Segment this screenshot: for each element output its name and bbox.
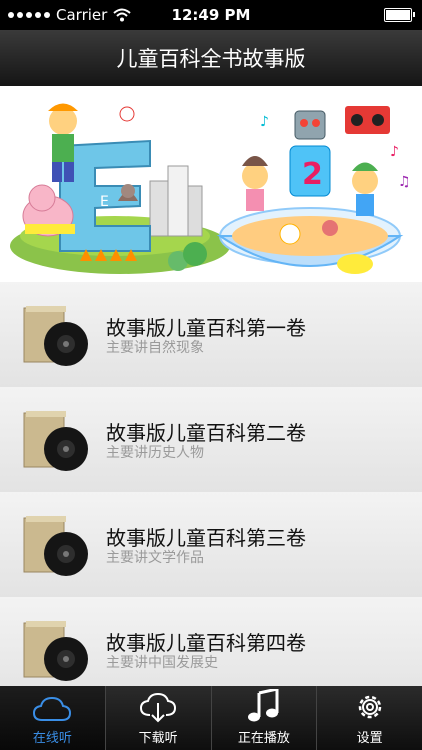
tab-download[interactable]: 下载听 (104, 686, 211, 750)
tab-now-playing[interactable]: 正在播放 (210, 686, 317, 750)
audiobook-icon (23, 516, 88, 576)
tab-online[interactable]: 在线听 (0, 686, 105, 750)
gear-icon (358, 695, 381, 719)
download-cloud-icon (140, 693, 177, 723)
music-note-icon (247, 689, 279, 722)
svg-text:♪: ♪ (390, 144, 399, 160)
cloud-icon (33, 696, 72, 721)
page-title: 儿童百科全书故事版 (116, 47, 306, 71)
audiobook-icon (23, 411, 88, 471)
item-subtitle: 主要讲中国发展史 (106, 655, 218, 671)
banner-image[interactable]: E 2 ♪ ♪ ♫ (0, 86, 422, 282)
svg-text:♪: ♪ (260, 114, 269, 130)
banner-numeral: 2 (302, 157, 323, 192)
banner-illustration: E 2 ♪ ♪ ♫ (10, 103, 411, 274)
status-time: 12:49 PM (171, 6, 251, 24)
tab-bar: 在线听 下载听 正在播放 设置 (0, 686, 422, 750)
list-item[interactable]: 故事版儿童百科第三卷 主要讲文学作品 (0, 492, 422, 598)
item-subtitle: 主要讲文学作品 (106, 550, 204, 566)
battery-icon (384, 8, 415, 22)
list-item[interactable]: 故事版儿童百科第一卷 主要讲自然现象 (0, 282, 422, 388)
item-subtitle: 主要讲历史人物 (106, 445, 204, 461)
tab-label: 设置 (356, 731, 383, 746)
svg-text:♫: ♫ (398, 174, 411, 190)
item-subtitle: 主要讲自然现象 (106, 340, 204, 356)
audiobook-icon (23, 306, 88, 366)
tab-settings[interactable]: 设置 (316, 686, 422, 750)
volume-list: 故事版儿童百科第一卷 主要讲自然现象 故事版儿童百科第二卷 主要讲历史人物 故事… (0, 282, 422, 686)
status-bar: Carrier 12:49 PM (0, 0, 422, 30)
tab-label: 下载听 (138, 731, 178, 746)
list-item[interactable]: 故事版儿童百科第二卷 主要讲历史人物 (0, 387, 422, 493)
tab-label: 在线听 (32, 731, 72, 746)
list-item[interactable]: 故事版儿童百科第四卷 主要讲中国发展史 (0, 597, 422, 686)
audiobook-icon (23, 621, 88, 681)
tab-label: 正在播放 (237, 731, 290, 746)
banner-letter: E (100, 194, 109, 210)
nav-bar: 儿童百科全书故事版 (0, 30, 422, 86)
